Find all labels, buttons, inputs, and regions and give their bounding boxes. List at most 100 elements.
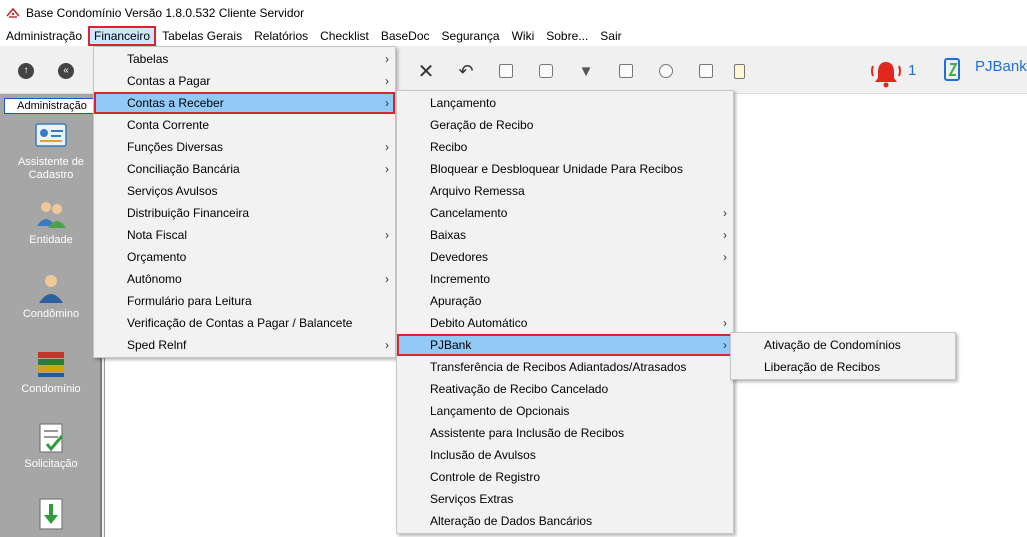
chevron-right-icon: › xyxy=(385,74,389,88)
window-title: Base Condomínio Versão 1.8.0.532 Cliente… xyxy=(26,6,305,20)
chevron-right-icon: › xyxy=(723,228,727,242)
notepad-icon[interactable] xyxy=(729,61,749,81)
menu-seguranca[interactable]: Segurança xyxy=(436,26,506,46)
filter-icon[interactable]: ▼ xyxy=(576,61,596,81)
menu-tabelas-gerais[interactable]: Tabelas Gerais xyxy=(156,26,248,46)
search-icon[interactable] xyxy=(656,61,676,81)
menu-item-apuracao[interactable]: Apuração xyxy=(397,290,733,312)
menu-item-sped-relnf[interactable]: Sped Relnf › xyxy=(94,334,395,356)
print-icon[interactable] xyxy=(536,61,556,81)
menu-item-liberacao-recibos[interactable]: Liberação de Recibos xyxy=(731,356,955,378)
menu-item-nota-fiscal[interactable]: Nota Fiscal › xyxy=(94,224,395,246)
checklist-icon xyxy=(39,423,64,453)
menu-item-lancamento-opcionais[interactable]: Lançamento de Opcionais xyxy=(397,400,733,422)
menu-relatorios[interactable]: Relatórios xyxy=(248,26,314,46)
menu-item-conciliacao-bancaria[interactable]: Conciliação Bancária › xyxy=(94,158,395,180)
menu-wiki[interactable]: Wiki xyxy=(506,26,541,46)
menu-checklist[interactable]: Checklist xyxy=(314,26,375,46)
sidebar-tab-administracao[interactable]: Administração xyxy=(4,98,100,114)
menu-item-servicos-avulsos[interactable]: Serviços Avulsos xyxy=(94,180,395,202)
chevron-right-icon: › xyxy=(385,338,389,352)
menu-item-contas-a-pagar[interactable]: Contas a Pagar › xyxy=(94,70,395,92)
undo-icon[interactable]: ↶ xyxy=(456,61,476,81)
back-arrow-icon[interactable]: « xyxy=(58,63,74,79)
sidebar-item-label: Entidade xyxy=(29,234,73,246)
menu-item-contas-a-receber[interactable]: Contas a Receber › xyxy=(94,92,395,114)
people-icon xyxy=(37,202,66,228)
chevron-right-icon: › xyxy=(385,228,389,242)
pjbank-label[interactable]: PJBank xyxy=(975,58,1027,75)
chevron-right-icon: › xyxy=(723,250,727,264)
menu-item-distribuicao-financeira[interactable]: Distribuição Financeira xyxy=(94,202,395,224)
zoom-icon[interactable] xyxy=(696,61,716,81)
sidebar: Administração Assistente de Cadastro Ent… xyxy=(0,94,102,537)
sidebar-item-label: Condômino xyxy=(22,308,80,320)
menu-item-tabelas[interactable]: Tabelas › xyxy=(94,48,395,70)
chevron-right-icon: › xyxy=(385,52,389,66)
menu-sair[interactable]: Sair xyxy=(594,26,627,46)
menu-item-bloquear-desbloquear[interactable]: Bloquear e Desbloquear Unidade Para Reci… xyxy=(397,158,733,180)
sidebar-item-label: Condomínio xyxy=(21,383,81,395)
sidebar-item-label: Solicitação xyxy=(24,458,78,470)
window-icon[interactable] xyxy=(616,61,636,81)
close-x-icon[interactable]: ✕ xyxy=(416,61,436,83)
menu-item-inclusao-avulsos[interactable]: Inclusão de Avulsos xyxy=(397,444,733,466)
chevron-right-icon: › xyxy=(385,140,389,154)
menu-item-assistente-inclusao[interactable]: Assistente para Inclusão de Recibos xyxy=(397,422,733,444)
sidebar-item-entidade[interactable]: Entidade xyxy=(0,198,102,247)
menu-item-lancamento[interactable]: Lançamento xyxy=(397,92,733,114)
menu-item-debito-automatico[interactable]: Debito Automático › xyxy=(397,312,733,334)
up-arrow-icon[interactable]: ↑ xyxy=(18,63,34,79)
menu-item-arquivo-remessa[interactable]: Arquivo Remessa xyxy=(397,180,733,202)
menu-item-cancelamento[interactable]: Cancelamento › xyxy=(397,202,733,224)
chevron-right-icon: › xyxy=(723,338,727,352)
download-document-icon xyxy=(39,498,63,530)
menu-item-verificacao-contas[interactable]: Verificação de Contas a Pagar / Balancet… xyxy=(94,312,395,334)
menu-financeiro[interactable]: Financeiro xyxy=(88,26,157,46)
sidebar-item-solicitacao[interactable]: Solicitação xyxy=(0,422,102,471)
chevron-right-icon: › xyxy=(385,272,389,286)
id-card-icon xyxy=(35,123,67,147)
financeiro-menu: Tabelas › Contas a Pagar › Contas a Recebe… xyxy=(93,46,396,358)
menu-sobre[interactable]: Sobre... xyxy=(540,26,594,46)
app-logo-icon xyxy=(6,7,20,18)
menu-item-alteracao-dados-bancarios[interactable]: Alteração de Dados Bancários xyxy=(397,510,733,532)
chevron-right-icon: › xyxy=(723,206,727,220)
chevron-right-icon: › xyxy=(385,96,389,110)
sidebar-item-assistente-cadastro[interactable]: Assistente de Cadastro xyxy=(0,120,102,182)
menu-basedoc[interactable]: BaseDoc xyxy=(375,26,436,46)
menu-administracao[interactable]: Administração xyxy=(0,26,88,46)
menu-item-formulario-leitura[interactable]: Formulário para Leitura xyxy=(94,290,395,312)
person-icon xyxy=(39,275,63,303)
menu-item-controle-registro[interactable]: Controle de Registro xyxy=(397,466,733,488)
menu-item-funcoes-diversas[interactable]: Funções Diversas › xyxy=(94,136,395,158)
title-bar: Base Condomínio Versão 1.8.0.532 Cliente… xyxy=(0,0,1027,26)
save-icon[interactable] xyxy=(496,61,516,81)
sidebar-item-label: Assistente de Cadastro xyxy=(17,156,85,181)
menu-item-incremento[interactable]: Incremento xyxy=(397,268,733,290)
chevron-right-icon: › xyxy=(385,162,389,176)
pjbank-submenu: Ativação de Condomínios Liberação de Rec… xyxy=(730,332,956,380)
bell-icon[interactable] xyxy=(870,58,902,88)
menu-item-baixas[interactable]: Baixas › xyxy=(397,224,733,246)
menu-item-orcamento[interactable]: Orçamento xyxy=(94,246,395,268)
sidebar-item-condomino[interactable]: Condômino xyxy=(0,272,102,321)
sidebar-item-condominio[interactable]: Condomínio xyxy=(0,347,102,396)
menu-item-devedores[interactable]: Devedores › xyxy=(397,246,733,268)
menu-item-geracao-recibo[interactable]: Geração de Recibo xyxy=(397,114,733,136)
chevron-right-icon: › xyxy=(723,316,727,330)
books-icon xyxy=(38,352,64,377)
pjbank-logo-icon[interactable] xyxy=(943,58,963,82)
menu-item-pjbank[interactable]: PJBank › xyxy=(397,334,733,356)
menu-item-conta-corrente[interactable]: Conta Corrente xyxy=(94,114,395,136)
menu-item-recibo[interactable]: Recibo xyxy=(397,136,733,158)
notification-count: 1 xyxy=(908,62,917,79)
menu-item-ativacao-condominios[interactable]: Ativação de Condomínios xyxy=(731,334,955,356)
menu-item-autonomo[interactable]: Autônomo › xyxy=(94,268,395,290)
menu-item-transferencia-recibos[interactable]: Transferência de Recibos Adiantados/Atra… xyxy=(397,356,733,378)
menu-bar: Administração Financeiro Tabelas Gerais … xyxy=(0,26,1027,46)
contas-a-receber-submenu: Lançamento Geração de Recibo Recibo Bloq… xyxy=(396,90,734,534)
menu-item-servicos-extras[interactable]: Serviços Extras xyxy=(397,488,733,510)
menu-item-reativacao-recibo[interactable]: Reativação de Recibo Cancelado xyxy=(397,378,733,400)
sidebar-item-download[interactable] xyxy=(0,498,102,534)
